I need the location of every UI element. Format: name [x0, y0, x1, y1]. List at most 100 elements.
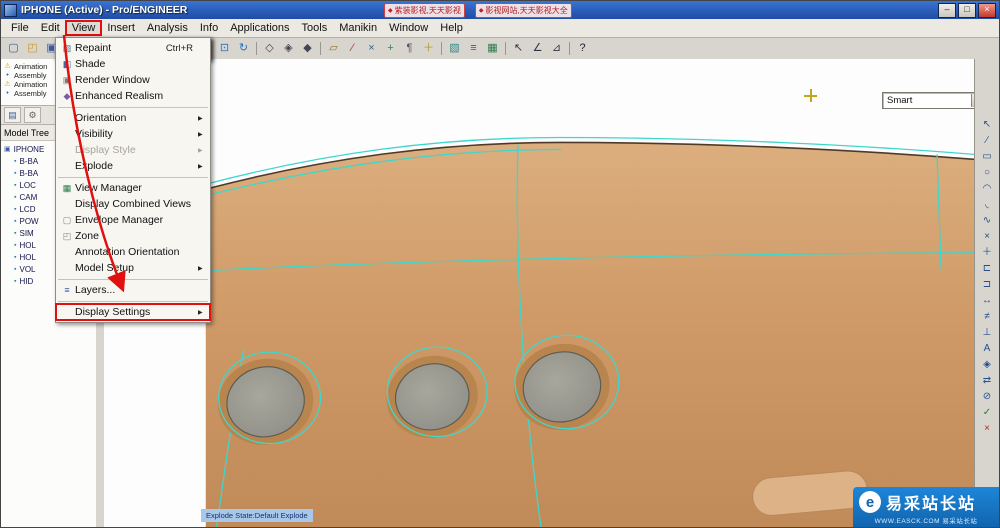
hidden-line-icon[interactable]: ◈ [279, 39, 298, 58]
menu-view[interactable]: View [64, 20, 103, 36]
menu-tools[interactable]: Tools [296, 21, 334, 35]
menu-render-window[interactable]: ▣ Render Window [56, 72, 210, 88]
use-edge-tool-icon[interactable]: ⊏ [978, 261, 997, 277]
spin-center-toggle-icon[interactable]: ＋ [419, 39, 438, 58]
title-overlay-tabs: ◆ 紫装影视,天天影视 ◆ 影视网站,天天影视大全 [384, 3, 572, 18]
navigator-list-icon[interactable]: ▤ [4, 107, 21, 123]
menu-envelope-manager[interactable]: ▢ Envelope Manager [56, 212, 210, 228]
app-icon [4, 3, 17, 17]
menu-file[interactable]: File [5, 21, 35, 35]
new-file-icon[interactable]: ▢ [4, 39, 23, 58]
datum-planes-icon[interactable]: ▱ [324, 39, 343, 58]
repaint-icon[interactable]: ▧ [445, 39, 464, 58]
model-tree-title: Model Tree [4, 127, 50, 138]
arc-tool-icon[interactable]: ◠ [978, 181, 997, 197]
select-arrow-icon[interactable]: ↖ [509, 39, 528, 58]
navigator-settings-icon[interactable]: ⚙ [24, 107, 41, 123]
menu-zone[interactable]: ◰ Zone [56, 228, 210, 244]
annotation-display-icon[interactable]: ¶ [400, 39, 419, 58]
menu-view-manager[interactable]: ▦ View Manager [56, 180, 210, 196]
offset-edge-tool-icon[interactable]: ⊐ [978, 277, 997, 293]
refit-icon[interactable]: ⊡ [215, 39, 234, 58]
menu-shade[interactable]: ◧ Shade [56, 56, 210, 72]
warning-icon: • [6, 90, 9, 97]
datum-axes-icon[interactable]: ∕ [343, 39, 362, 58]
right-toolbar: ↖ ∕ ▭ ○ ◠ ◟ ∿ × ＋ ⊏ ⊐ ↔ ≠ ⊥ A ◈ ⇄ ⊘ ✓ × [974, 59, 999, 527]
watermark-subtext: WWW.EASCK.COM 易采站长站 [874, 518, 978, 525]
reorient-icon[interactable]: ↻ [234, 39, 253, 58]
spline-tool-icon[interactable]: ∿ [978, 213, 997, 229]
trim-tool-icon[interactable]: ⊘ [978, 389, 997, 405]
done-icon[interactable]: ✓ [978, 405, 997, 421]
line-tool-icon[interactable]: ∕ [978, 133, 997, 149]
select-tool-icon[interactable]: ↖ [978, 117, 997, 133]
watermark-brand: 易采站长站 [886, 496, 977, 513]
cancel-icon[interactable]: × [978, 421, 997, 437]
part-icon: ▪ [14, 229, 17, 237]
selection-filter-value: Smart [887, 95, 913, 106]
constraint-tool-icon[interactable]: ⊥ [978, 325, 997, 341]
chevron-down-icon[interactable] [971, 94, 974, 107]
part-icon: ▪ [14, 181, 17, 189]
menu-insert[interactable]: Insert [101, 21, 141, 35]
watermark-badge: e 易采站长站 WWW.EASCK.COM 易采站长站 [853, 487, 999, 527]
menu-window[interactable]: Window [383, 21, 434, 35]
point-tool-icon[interactable]: × [978, 229, 997, 245]
menu-applications[interactable]: Applications [224, 21, 295, 35]
layers-icon[interactable]: ≡ [464, 39, 483, 58]
menu-display-settings[interactable]: Display Settings [55, 303, 211, 321]
menu-info[interactable]: Info [194, 21, 224, 35]
menu-display-combined-views[interactable]: Display Combined Views [56, 196, 210, 212]
dimension-tool-icon[interactable]: ↔ [978, 293, 997, 309]
menu-edit[interactable]: Edit [35, 21, 66, 35]
csys-tool-icon[interactable]: ＋ [978, 245, 997, 261]
model-tree-toggle-icon[interactable]: ▦ [483, 39, 502, 58]
easck-logo-icon: e [859, 491, 881, 513]
palette-tool-icon[interactable]: ◈ [978, 357, 997, 373]
3d-model-view[interactable] [104, 59, 974, 527]
menu-bar: File Edit View Insert Analysis Info Applicatio… [1, 19, 999, 38]
warning-icon: • [6, 72, 9, 79]
rectangle-tool-icon[interactable]: ▭ [978, 149, 997, 165]
explode-status: Explode State:Default Explode [201, 509, 313, 522]
section-icon[interactable]: ⊿ [547, 39, 566, 58]
minimize-button[interactable]: – [938, 2, 956, 18]
text-tool-icon[interactable]: A [978, 341, 997, 357]
menu-display-style[interactable]: Display Style [56, 142, 210, 158]
circle-tool-icon[interactable]: ○ [978, 165, 997, 181]
datum-csys-icon[interactable]: + [381, 39, 400, 58]
maximize-button[interactable]: □ [958, 2, 976, 18]
toolbar-separator [505, 42, 506, 55]
fillet-tool-icon[interactable]: ◟ [978, 197, 997, 213]
help-icon[interactable]: ? [573, 39, 592, 58]
modify-tool-icon[interactable]: ≠ [978, 309, 997, 325]
spin-center-icon [804, 89, 817, 102]
model-surface[interactable] [205, 142, 974, 527]
mirror-tool-icon[interactable]: ⇄ [978, 373, 997, 389]
menu-manikin[interactable]: Manikin [333, 21, 383, 35]
open-file-icon[interactable]: ◰ [23, 39, 42, 58]
submenu-arrow-icon [198, 265, 207, 272]
menu-visibility[interactable]: Visibility [56, 126, 210, 142]
menu-model-setup[interactable]: Model Setup [56, 260, 210, 280]
no-hidden-line-icon[interactable]: ◆ [298, 39, 317, 58]
overlay-tab-2[interactable]: ◆ 影视网站,天天影视大全 [474, 3, 572, 18]
menu-layers[interactable]: ≡ Layers... [56, 282, 210, 302]
selection-filter[interactable]: Smart [882, 92, 974, 109]
angle-measure-icon[interactable]: ∠ [528, 39, 547, 58]
close-button[interactable]: × [978, 2, 996, 18]
overlay-tab-1[interactable]: ◆ 紫装影视,天天影视 [384, 3, 465, 18]
menu-analysis[interactable]: Analysis [141, 21, 194, 35]
window-controls: – □ × [938, 2, 996, 18]
toolbar-separator [320, 42, 321, 55]
menu-orientation[interactable]: Orientation [56, 110, 210, 126]
menu-explode[interactable]: Explode [56, 158, 210, 178]
menu-repaint[interactable]: ▧ Repaint Ctrl+R [56, 40, 210, 56]
datum-points-icon[interactable]: × [362, 39, 381, 58]
menu-enhanced-realism[interactable]: ◆ Enhanced Realism [56, 88, 210, 108]
graphics-viewport[interactable]: Smart Explode State:Default Explode [104, 59, 974, 527]
wireframe-icon[interactable]: ◇ [260, 39, 279, 58]
menu-help[interactable]: Help [434, 21, 469, 35]
menu-annotation-orientation[interactable]: Annotation Orientation [56, 244, 210, 260]
toolbar-separator [569, 42, 570, 55]
